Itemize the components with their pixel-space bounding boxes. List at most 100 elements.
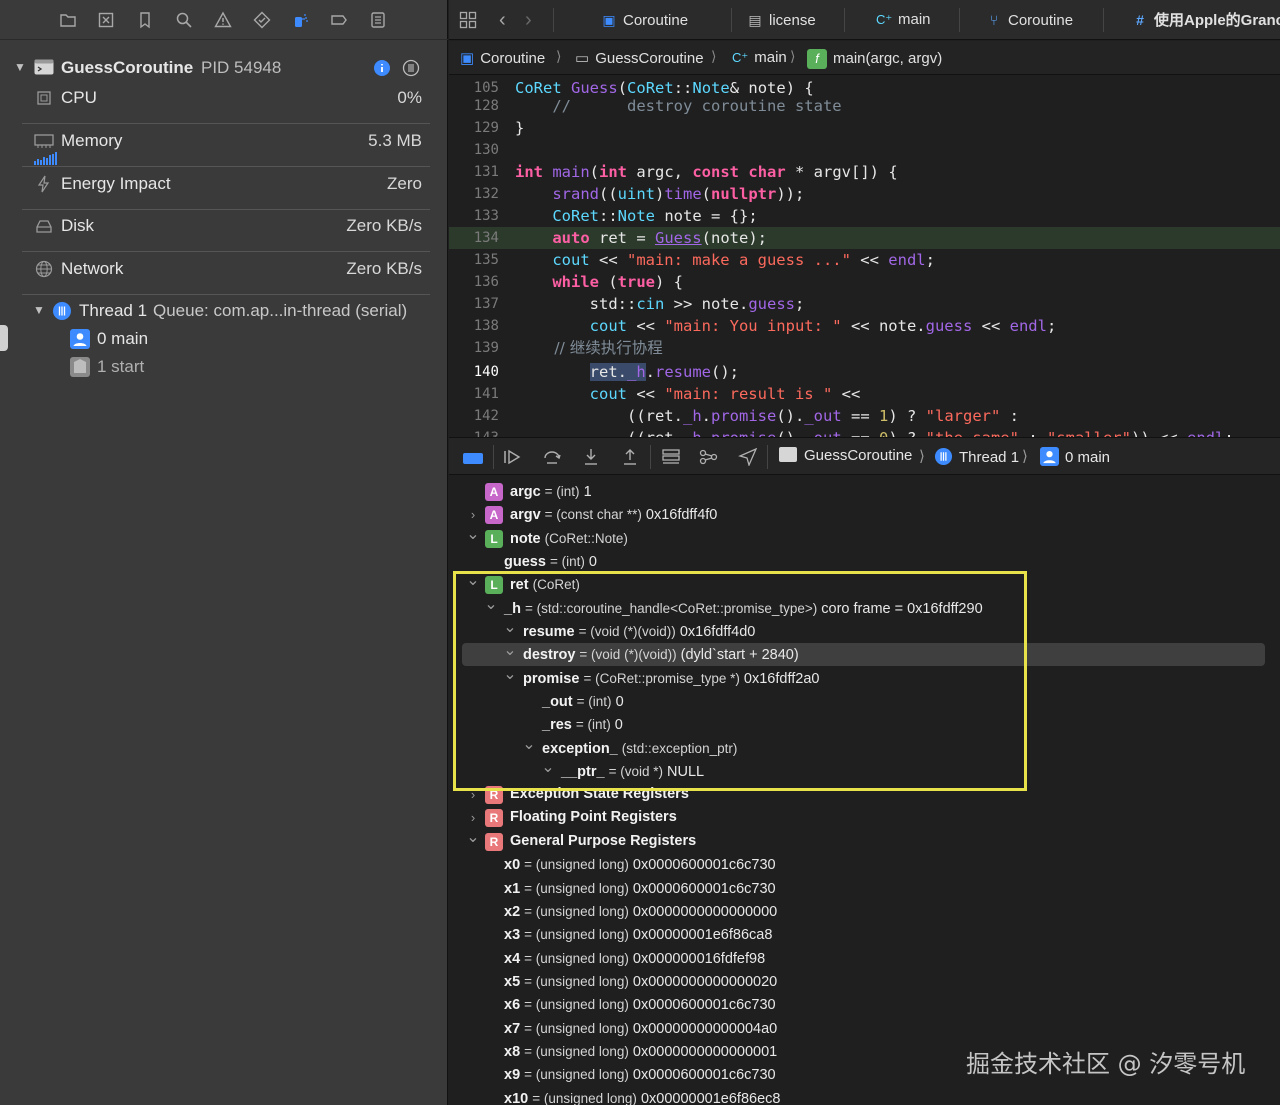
tab-license[interactable]: ▤ license [747,0,815,39]
gauge-energy[interactable]: Energy Impact Zero [0,169,448,199]
report-icon[interactable] [368,11,388,31]
variable-row[interactable]: x0 = (unsigned long) 0x0000600001c6c730 [449,853,1280,876]
line-number: 130 [473,142,499,158]
tab-coroutine-branch[interactable]: ⑂ Coroutine [986,0,1073,39]
chevron-down-icon[interactable]: ▼ [14,60,32,78]
code-line: 129} [449,117,1280,139]
gauge-value: Zero KB/s [346,259,422,278]
register-group-row[interactable]: › R Floating Point Registers [449,806,1280,829]
jump-label: Coroutine [480,50,546,67]
view-hierarchy-icon[interactable] [661,448,681,466]
search-icon[interactable] [174,11,194,31]
gauge-network[interactable]: Network Zero KB/s [0,254,448,284]
app-icon: ▣ [460,50,475,67]
frame-row-main[interactable]: 0 main [0,324,448,354]
debug-crumb-process[interactable]: GuessCoroutine [779,447,912,464]
tab-markdown[interactable]: # 使用Apple的Granc [1132,0,1280,39]
process-row[interactable]: ▼ GuessCoroutine PID 54948 [0,53,448,83]
frame-row-start[interactable]: 1 start [0,352,448,382]
variable-name: guess [504,554,546,570]
variable-row[interactable]: Aargc = (int) 1 [449,480,1280,503]
crumb-label: GuessCoroutine [804,447,913,464]
thread-icon [52,301,72,321]
step-over-icon[interactable] [542,448,562,466]
variable-type: = (unsigned long) [532,1091,637,1105]
variable-value: 1 [583,484,592,500]
toggle-console-icon[interactable] [463,449,483,467]
continue-icon[interactable] [503,448,523,466]
debug-spray-icon[interactable] [291,11,311,31]
folder-icon[interactable] [58,11,78,31]
code-line: 142 ((ret._h.promise()._out == 1) ? "lar… [449,405,1280,427]
chevron-down-icon[interactable]: ⌄ [466,826,480,849]
variable-row[interactable]: x3 = (unsigned long) 0x00000001e6f86ca8 [449,923,1280,946]
code-text: cout << "main: You input: " << note.gues… [589,317,1057,335]
line-number: 139 [473,340,499,356]
variable-type: = (int) [549,554,585,569]
code-line: 133 CoRet::Note note = {}; [449,205,1280,227]
threads-icon[interactable] [402,59,420,77]
chevron-down-icon[interactable]: ⌄ [466,523,480,546]
resize-handle[interactable] [0,325,8,351]
line-number: 140 [473,364,499,380]
divider [22,251,430,252]
process-name: GuessCoroutine [61,58,194,77]
jump-item-file[interactable]: C⁺ main [732,49,787,66]
thread-row[interactable]: ▼ Thread 1 Queue: com.ap...in-thread (se… [0,296,448,326]
code-text: auto ret = Guess(note); [552,229,767,247]
source-control-icon[interactable] [96,11,116,31]
variable-row[interactable]: x2 = (unsigned long) 0x0000000000000000 [449,900,1280,923]
divider [1103,8,1104,32]
variable-name: x9 [504,1067,521,1083]
gauge-disk[interactable]: Disk Zero KB/s [0,211,448,241]
grid-icon[interactable] [459,0,479,39]
variable-name: argv [510,507,541,523]
hash-icon: # [1136,12,1144,28]
chevron-right-icon: ⟩ [556,48,562,64]
system-frame-icon [70,357,90,377]
debug-crumb-thread[interactable]: Thread 1 [934,447,1019,466]
gauge-label: Network [61,259,124,278]
source-editor[interactable]: 105 CoRet Guess(CoRet::Note& note) { 128 … [449,76,1280,437]
tab-coroutine[interactable]: ▣ Coroutine [601,0,688,39]
register-group-row[interactable]: ⌄ R General Purpose Registers [449,829,1280,853]
variable-row[interactable]: guess = (int) 0 [449,550,1280,573]
divider [493,445,494,469]
variable-row[interactable]: x7 = (unsigned long) 0x00000000000004a0 [449,1017,1280,1040]
debug-bar: GuessCoroutine ⟩ Thread 1 ⟩ 0 main [449,437,1280,475]
memory-graph-icon[interactable] [699,448,719,466]
bookmark-icon[interactable] [135,11,155,31]
warning-icon[interactable] [213,11,233,31]
location-icon[interactable] [738,447,758,467]
forward-chevron-icon[interactable]: › [525,0,532,39]
code-line: 138 cout << "main: You input: " << note.… [449,315,1280,337]
gauge-value: Zero KB/s [346,216,422,235]
debug-crumb-frame[interactable]: 0 main [1040,447,1110,466]
variable-row[interactable]: ⌄ Lnote (CoRet::Note) [449,526,1280,550]
jump-item-function[interactable]: f main(argc, argv) [807,49,942,69]
frame-label: 0 main [97,329,149,348]
gauge-memory[interactable]: Memory 5.3 MB [0,126,448,156]
back-chevron-icon[interactable]: ‹ [499,0,506,39]
variable-row[interactable]: › Aargv = (const char **) 0x16fdff4f0 [449,503,1280,526]
variable-name: x2 [504,904,521,920]
jump-item-project[interactable]: ▣ Coroutine [460,49,545,67]
variable-row[interactable]: x10 = (unsigned long) 0x00000001e6f86ec8 [449,1087,1280,1105]
variable-row[interactable]: x1 = (unsigned long) 0x0000600001c6c730 [449,877,1280,900]
variable-row[interactable]: x6 = (unsigned long) 0x0000600001c6c730 [449,993,1280,1016]
variable-row[interactable]: x5 = (unsigned long) 0x0000000000000020 [449,970,1280,993]
code-text: ret._h.resume(); [589,363,739,381]
gauge-cpu[interactable]: CPU 0% [0,83,448,113]
step-out-icon[interactable] [620,448,640,466]
jump-item-folder[interactable]: ▭ GuessCoroutine [575,49,704,67]
variable-row[interactable]: x4 = (unsigned long) 0x000000016fdfef98 [449,947,1280,970]
test-diamond-icon[interactable] [252,11,272,31]
step-into-icon[interactable] [581,448,601,466]
gauge-label: Memory [61,131,123,150]
tab-main[interactable]: C⁺ main [876,0,931,39]
chevron-down-icon[interactable]: ▼ [33,303,51,321]
info-icon[interactable] [373,59,391,77]
breakpoint-icon[interactable] [329,11,349,31]
editor-tab-bar: ‹ › ▣ Coroutine ▤ license C⁺ main ⑂ Coroutin… [449,0,1280,40]
annotation-highlight-box [453,571,1027,791]
